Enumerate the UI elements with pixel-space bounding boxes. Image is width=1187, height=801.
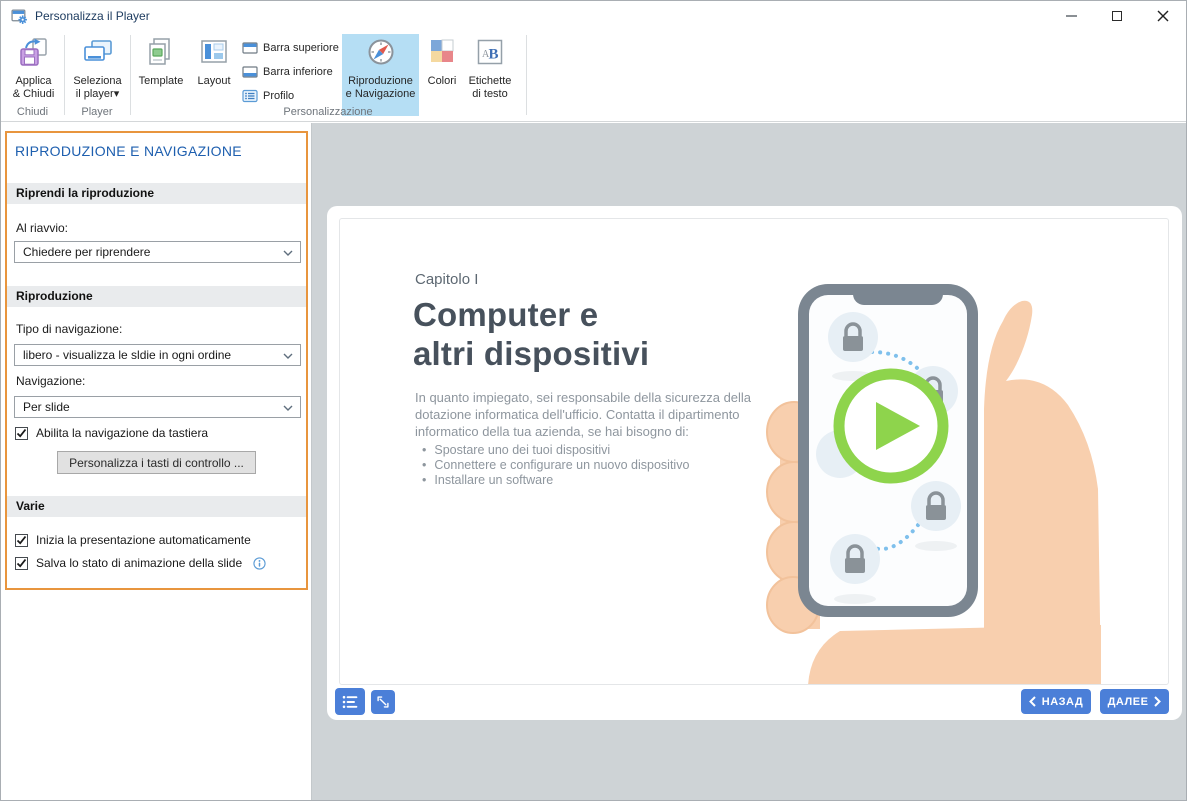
- titlebar: Personalizza il Player: [1, 1, 1186, 31]
- window-title: Personalizza il Player: [35, 9, 150, 23]
- phone-in-hand-illustration: [760, 249, 1160, 685]
- chevron-down-icon: [283, 250, 293, 256]
- back-arrow-icon: [1029, 696, 1036, 707]
- template-button[interactable]: Template: [134, 34, 188, 116]
- group-label-customization: Personalizzazione: [130, 106, 526, 118]
- outline-list-icon: [242, 88, 258, 104]
- phone-notch: [853, 284, 943, 305]
- group-separator: [526, 35, 527, 115]
- customize-keys-button[interactable]: Personalizza i tasti di controllo ...: [57, 451, 256, 474]
- layout-button[interactable]: Layout: [190, 34, 238, 116]
- lock-icon: [830, 534, 880, 584]
- dropdown-caret: ▾: [114, 88, 120, 100]
- lock-icon: [911, 481, 961, 531]
- outline-toc-button[interactable]: [335, 688, 365, 715]
- monitor-icon: [82, 36, 114, 68]
- restart-dropdown[interactable]: Chiedere per riprendere: [14, 241, 301, 263]
- text-labels-button[interactable]: A B Etichette di testo: [464, 34, 516, 116]
- bottom-bar-icon: [242, 64, 258, 80]
- compass-icon: [365, 36, 397, 68]
- fullscreen-button[interactable]: [371, 690, 395, 714]
- chevron-down-icon: [283, 405, 293, 411]
- autostart-checkbox[interactable]: Inizia la presentazione automaticamente: [15, 532, 251, 548]
- checkbox-checked-icon: [15, 534, 28, 547]
- section-resume-header: Riprendi la riproduzione: [7, 183, 306, 204]
- top-bar-icon: [242, 40, 258, 56]
- nav-type-label: Tipo di navigazione:: [16, 322, 122, 336]
- list-item: Spostare uno dei tuoi dispositivi: [422, 443, 689, 458]
- keyboard-navigation-checkbox[interactable]: Abilita la navigazione da tastiera: [15, 425, 208, 441]
- section-playback-header: Riproduzione: [7, 286, 306, 307]
- play-button-icon: [839, 374, 943, 478]
- player-preview-area: Capitolo I Computer e altri dispositivi …: [311, 123, 1187, 801]
- checkbox-checked-icon: [15, 427, 28, 440]
- chevron-down-icon: [283, 353, 293, 359]
- toggle-outline[interactable]: Profilo: [242, 85, 344, 107]
- colors-button[interactable]: Colori: [421, 34, 463, 116]
- group-label-close: Chiudi: [1, 106, 64, 118]
- close-button[interactable]: [1140, 1, 1186, 31]
- template-icon: [145, 36, 177, 68]
- checkbox-checked-icon: [15, 557, 28, 570]
- colors-icon: [426, 36, 458, 68]
- slide-bullet-list: Spostare uno dei tuoi dispositivi Connet…: [422, 443, 689, 488]
- group-separator: [130, 35, 131, 115]
- slide-kicker: Capitolo I: [415, 271, 478, 288]
- apply-save-icon: [18, 36, 50, 68]
- navigation-label: Navigazione:: [16, 374, 85, 388]
- toc-icon: [341, 694, 359, 710]
- group-label-player: Player: [64, 106, 130, 118]
- group-separator: [64, 35, 65, 115]
- playback-navigation-panel: RIPRODUZIONE E NAVIGAZIONE Riprendi la r…: [5, 131, 308, 590]
- ribbon: Applica & Chiudi Seleziona il player▾ Te…: [1, 31, 1186, 122]
- info-icon[interactable]: [253, 557, 266, 570]
- panel-title: RIPRODUZIONE E NAVIGAZIONE: [15, 143, 242, 159]
- customize-player-window: Personalizza il Player Applica & Chiudi: [0, 0, 1187, 801]
- apply-close-button[interactable]: Applica & Chiudi: [6, 34, 61, 116]
- settings-column: RIPRODUZIONE E NAVIGAZIONE Riprendi la r…: [1, 123, 311, 801]
- list-item: Installare un software: [422, 473, 689, 488]
- close-icon: [1157, 10, 1169, 22]
- text-labels-icon: A B: [474, 36, 506, 68]
- navigation-dropdown[interactable]: Per slide: [14, 396, 301, 418]
- playback-navigation-button[interactable]: Riproduzione e Navigazione: [342, 34, 419, 116]
- back-button[interactable]: НАЗАД: [1021, 689, 1091, 714]
- slide-preview: Capitolo I Computer e altri dispositivi …: [339, 218, 1169, 685]
- toggle-bottom-bar[interactable]: Barra inferiore: [242, 61, 344, 83]
- select-player-button[interactable]: Seleziona il player▾: [67, 34, 128, 116]
- minimize-button[interactable]: [1048, 1, 1094, 31]
- fullscreen-icon: [376, 695, 390, 709]
- nav-type-dropdown[interactable]: libero - visualizza le sldie in ogni ord…: [14, 344, 301, 366]
- slide-title: Computer e altri dispositivi: [413, 295, 649, 373]
- svg-text:B: B: [489, 47, 499, 63]
- restart-label: Al riavvio:: [16, 221, 68, 235]
- next-button[interactable]: ДАЛЕЕ: [1100, 689, 1169, 714]
- next-arrow-icon: [1154, 696, 1161, 707]
- toggle-top-bar[interactable]: Barra superiore: [242, 37, 344, 59]
- slide-body: In quanto impiegato, sei responsabile de…: [415, 389, 767, 440]
- player-preview-card: Capitolo I Computer e altri dispositivi …: [327, 206, 1182, 720]
- layout-icon: [198, 36, 230, 68]
- list-item: Connettere e configurare un nuovo dispos…: [422, 458, 689, 473]
- section-misc-header: Varie: [7, 496, 306, 517]
- save-state-checkbox[interactable]: Salva lo stato di animazione della slide: [15, 555, 266, 571]
- lock-icon: [828, 312, 878, 362]
- maximize-button[interactable]: [1094, 1, 1140, 31]
- app-icon: [11, 8, 28, 25]
